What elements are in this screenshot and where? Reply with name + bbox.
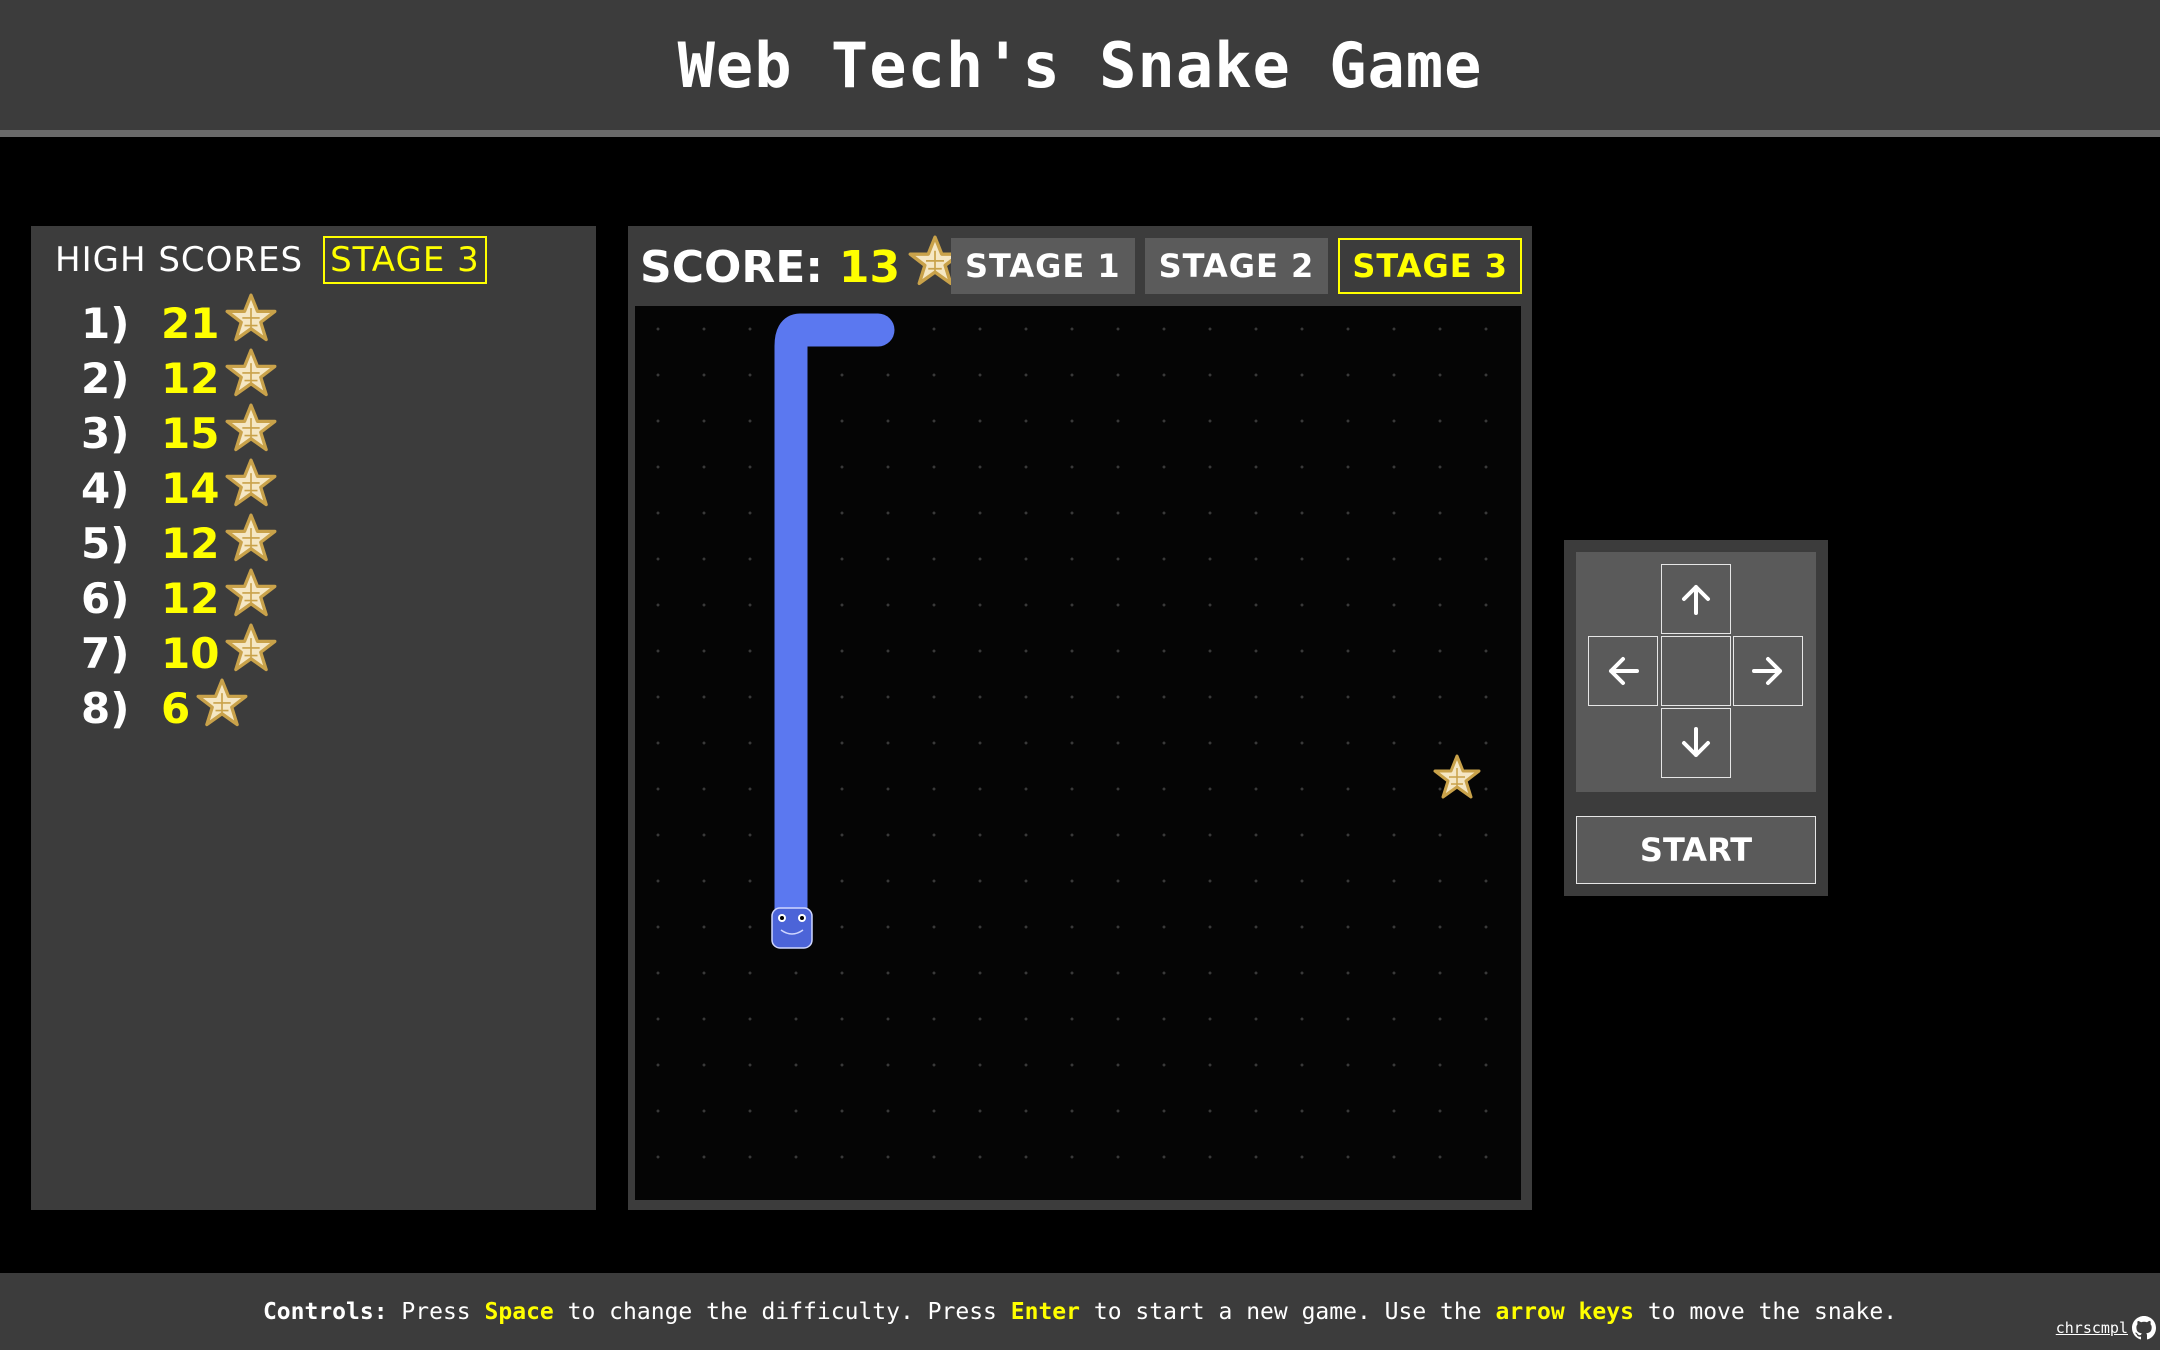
score-label: SCORE: bbox=[640, 241, 823, 293]
arrow-right-icon bbox=[1752, 657, 1782, 685]
high-score-row: 8) 6 bbox=[81, 678, 277, 736]
control-panel: START bbox=[1564, 540, 1828, 896]
game-panel: SCORE: 13 STAGE 1 STAGE 2 STAGE 3 bbox=[628, 226, 1532, 1210]
high-score-rank: 4) bbox=[81, 464, 130, 513]
arrow-up-icon bbox=[1682, 585, 1710, 615]
high-score-value: 14 bbox=[161, 464, 220, 513]
game-board[interactable] bbox=[635, 306, 1527, 1200]
stage-2-button[interactable]: STAGE 2 bbox=[1144, 238, 1329, 294]
high-score-value: 15 bbox=[161, 409, 220, 458]
high-score-rank: 2) bbox=[81, 354, 130, 403]
star-icon bbox=[225, 348, 277, 410]
up-arrow-button[interactable] bbox=[1661, 564, 1731, 634]
page-title: Web Tech's Snake Game bbox=[677, 28, 1483, 102]
right-arrow-button[interactable] bbox=[1733, 636, 1803, 706]
controls-label: Controls: bbox=[262, 1298, 388, 1325]
snake-body bbox=[774, 313, 895, 941]
down-arrow-button[interactable] bbox=[1661, 708, 1731, 778]
high-score-value: 21 bbox=[161, 299, 220, 348]
high-score-value: 12 bbox=[161, 354, 220, 403]
star-icon bbox=[225, 568, 277, 630]
arrow-down-icon bbox=[1682, 727, 1710, 757]
footer-text-1: Press bbox=[401, 1298, 471, 1325]
space-key-label: Space bbox=[484, 1298, 554, 1325]
stage-3-button[interactable]: STAGE 3 bbox=[1338, 238, 1522, 294]
arrow-keys-label: arrow keys bbox=[1495, 1298, 1634, 1325]
star-icon bbox=[225, 458, 277, 520]
footer-text-3: to start a new game. Use the bbox=[1093, 1298, 1482, 1325]
credit-link[interactable]: chrscmpl bbox=[2056, 1319, 2128, 1337]
high-score-row: 6) 12 bbox=[81, 568, 277, 626]
direction-pad bbox=[1576, 552, 1816, 792]
high-scores-list: 1) 21 2) 12 3) 15 4) 14 5) 12 6) 12 7) 10 8) 6 bbox=[81, 293, 277, 736]
high-scores-title: HIGH SCORES bbox=[55, 240, 304, 280]
page-header: Web Tech's Snake Game bbox=[0, 0, 2160, 137]
high-score-rank: 5) bbox=[81, 519, 130, 568]
high-score-rank: 3) bbox=[81, 409, 130, 458]
start-button[interactable]: START bbox=[1576, 816, 1816, 884]
github-icon[interactable] bbox=[2132, 1316, 2156, 1340]
high-scores-header: HIGH SCORES STAGE 3 bbox=[55, 236, 487, 284]
high-score-rank: 1) bbox=[81, 299, 130, 348]
star-icon bbox=[225, 403, 277, 465]
high-score-rank: 8) bbox=[81, 684, 130, 733]
food-star bbox=[1433, 754, 1481, 799]
footer-text-2: to change the difficulty. Press bbox=[567, 1298, 997, 1325]
footer-instructions: Controls: Press Space to change the diff… bbox=[0, 1273, 2160, 1350]
high-score-row: 7) 10 bbox=[81, 623, 277, 681]
score-display: SCORE: 13 bbox=[640, 235, 962, 296]
stage-1-button[interactable]: STAGE 1 bbox=[950, 238, 1135, 294]
star-icon bbox=[196, 678, 248, 740]
high-score-rank: 6) bbox=[81, 574, 130, 623]
footer-text-4: to move the snake. bbox=[1647, 1298, 1898, 1325]
arrow-left-icon bbox=[1609, 657, 1639, 685]
left-arrow-button[interactable] bbox=[1588, 636, 1658, 706]
star-icon bbox=[225, 293, 277, 355]
high-score-row: 5) 12 bbox=[81, 513, 277, 571]
score-value: 13 bbox=[838, 241, 901, 293]
high-score-value: 6 bbox=[161, 684, 191, 733]
high-score-row: 2) 12 bbox=[81, 348, 277, 406]
enter-key-label: Enter bbox=[1010, 1298, 1081, 1325]
high-score-row: 3) 15 bbox=[81, 403, 277, 461]
star-icon bbox=[225, 623, 277, 685]
high-score-rank: 7) bbox=[81, 629, 130, 678]
stage-selector: STAGE 1 STAGE 2 STAGE 3 bbox=[950, 238, 1522, 294]
high-scores-stage-badge: STAGE 3 bbox=[323, 236, 487, 284]
high-score-row: 1) 21 bbox=[81, 293, 277, 351]
game-board-canvas bbox=[771, 313, 1481, 949]
center-pad-cell bbox=[1661, 636, 1731, 706]
high-score-row: 4) 14 bbox=[81, 458, 277, 516]
high-scores-panel: HIGH SCORES STAGE 3 1) 21 2) 12 3) 15 4) 14 … bbox=[31, 226, 596, 1210]
star-icon bbox=[225, 513, 277, 575]
credit: chrscmpl bbox=[2056, 1316, 2156, 1340]
snake-head bbox=[771, 907, 813, 949]
snake bbox=[771, 313, 895, 949]
high-score-value: 12 bbox=[161, 574, 220, 623]
high-score-value: 12 bbox=[161, 519, 220, 568]
high-score-value: 10 bbox=[161, 629, 220, 678]
